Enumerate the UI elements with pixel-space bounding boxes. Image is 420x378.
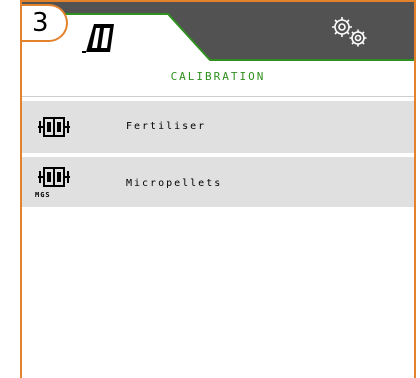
step-badge: 3 [22,4,68,42]
list-item-label: Micropellets [126,178,223,189]
frame-border-right [414,0,416,378]
list-item-micropellets[interactable]: MGS Micropellets [22,157,414,207]
gears-icon[interactable] [328,14,372,50]
screen: 3 CALIBRATION Fertiliser MGS Micropellet… [0,0,420,378]
page-title: CALIBRATION [170,70,266,83]
hopper-icon [38,167,70,187]
list-item-fertiliser[interactable]: Fertiliser [22,101,414,153]
hopper-icon [38,117,70,137]
seed-drill-icon [82,24,114,53]
list-item-label: Fertiliser [126,121,207,132]
title-divider [22,96,414,97]
list-item-sublabel: MGS [35,191,51,199]
